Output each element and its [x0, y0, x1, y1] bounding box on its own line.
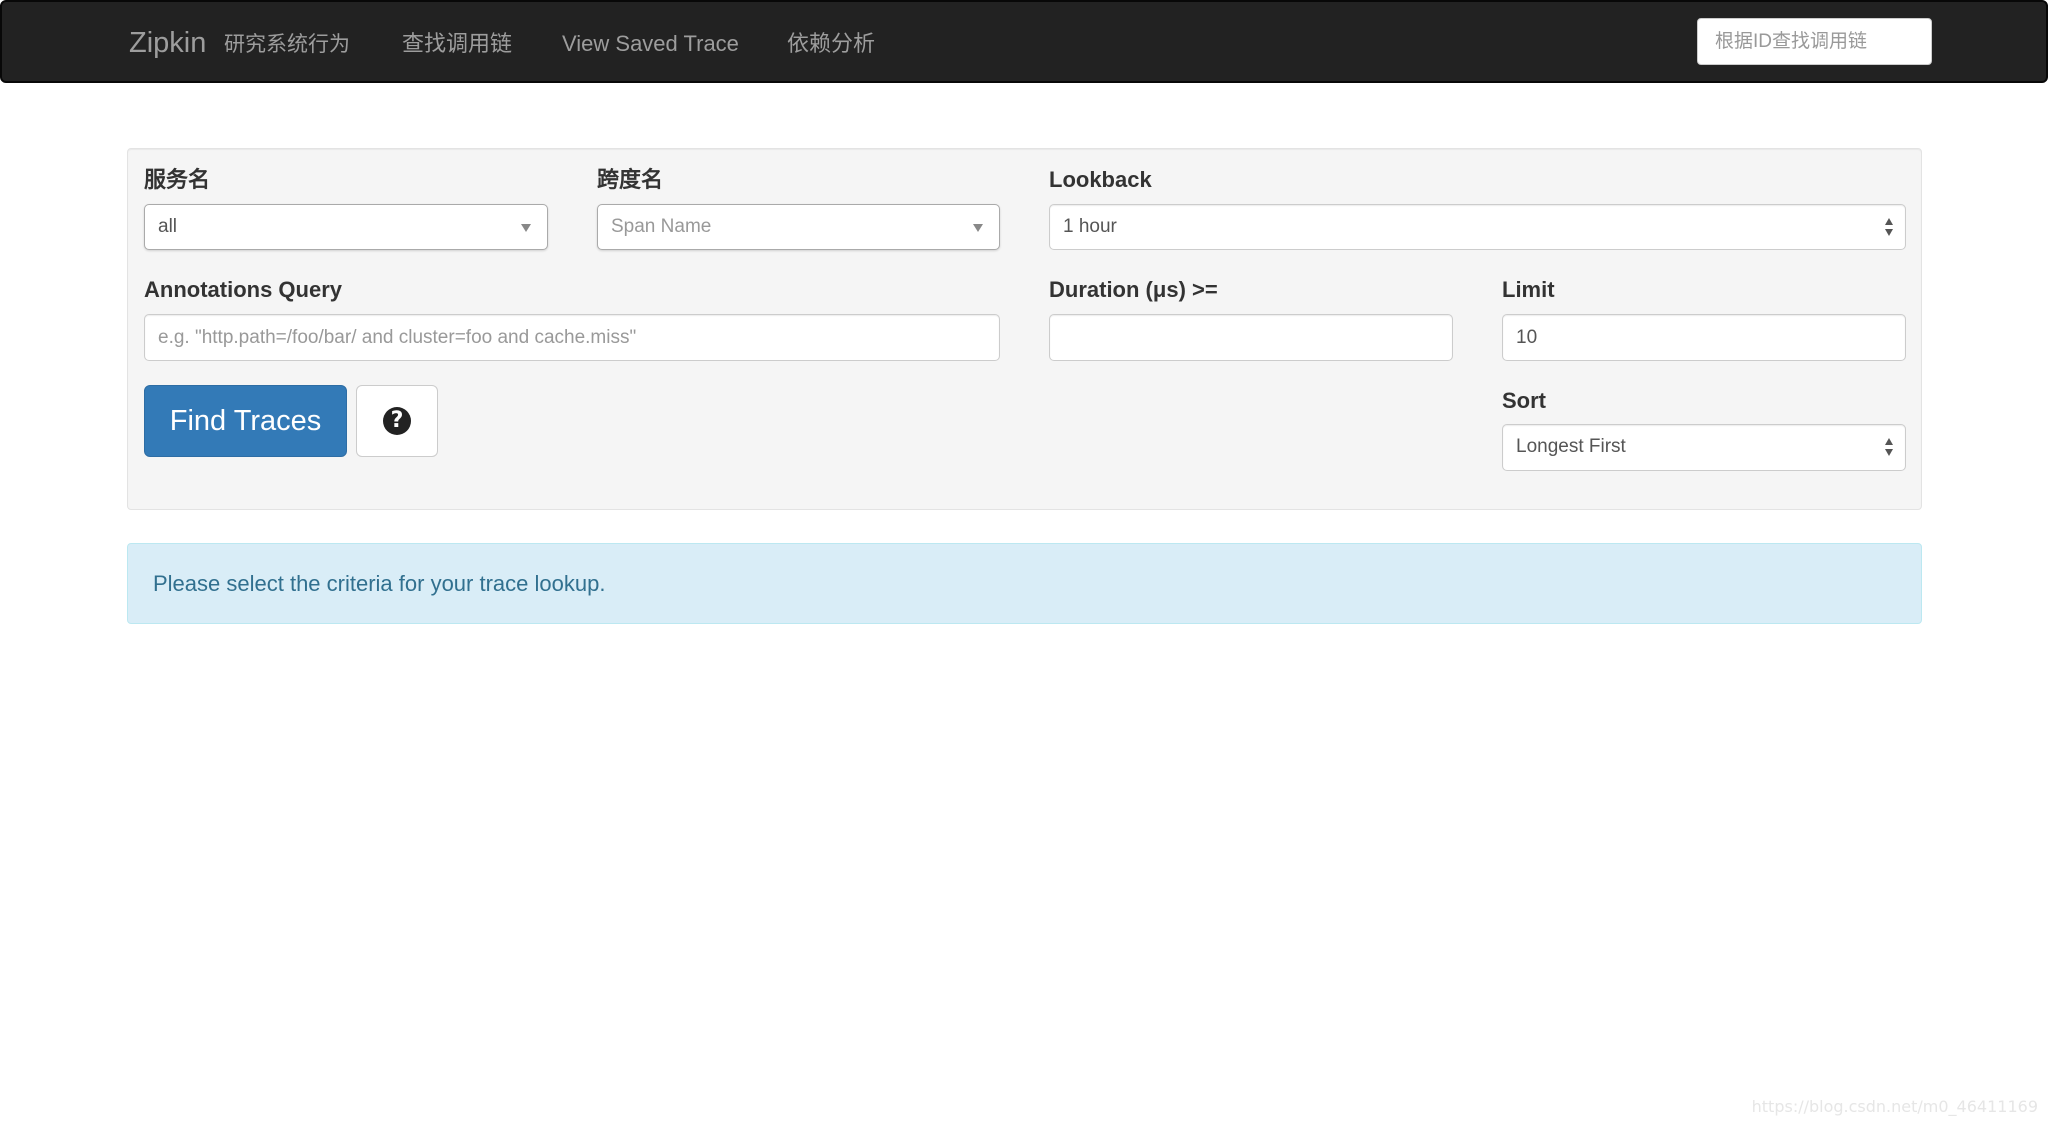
- lookback-value: 1 hour: [1063, 216, 1117, 237]
- nav-link-find-trace[interactable]: 查找调用链: [402, 29, 512, 59]
- sort-label: Sort: [1502, 388, 1546, 413]
- service-name-label: 服务名: [144, 167, 211, 192]
- duration-label: Duration (μs) >=: [1049, 277, 1218, 302]
- chevron-down-icon: [521, 224, 531, 232]
- brand-subtitle: 研究系统行为: [224, 33, 350, 56]
- service-name-select[interactable]: all: [144, 204, 548, 250]
- find-traces-button[interactable]: Find Traces: [144, 385, 347, 457]
- sort-select[interactable]: Longest First: [1502, 424, 1906, 471]
- limit-label: Limit: [1502, 277, 1555, 302]
- annotations-query-label: Annotations Query: [144, 277, 343, 302]
- top-navbar: Zipkin 研究系统行为 查找调用链 View Saved Trace 依赖分…: [0, 0, 2048, 83]
- info-alert: Please select the criteria for your trac…: [127, 543, 1922, 624]
- select-updown-icon: [1885, 438, 1895, 456]
- nav-link-view-saved-trace[interactable]: View Saved Trace: [562, 29, 739, 59]
- brand-logo[interactable]: Zipkin: [129, 26, 206, 60]
- annotations-query-input[interactable]: [144, 314, 1000, 361]
- watermark: https://blog.csdn.net/m0_46411169: [1751, 1097, 2038, 1116]
- sort-value: Longest First: [1516, 436, 1626, 457]
- lookback-label: Lookback: [1049, 167, 1152, 192]
- nav-link-dependencies[interactable]: 依赖分析: [787, 29, 875, 59]
- span-name-placeholder: Span Name: [611, 216, 712, 237]
- search-form-panel: 服务名 all 跨度名 Span Name Lookback 1 hour An…: [127, 148, 1922, 510]
- span-name-label: 跨度名: [597, 167, 664, 192]
- service-name-value: all: [158, 216, 178, 237]
- trace-id-search-input[interactable]: [1697, 18, 1932, 65]
- question-circle-icon: ?: [383, 407, 411, 435]
- span-name-select[interactable]: Span Name: [597, 204, 1000, 250]
- duration-input[interactable]: [1049, 314, 1453, 361]
- help-button[interactable]: ?: [356, 385, 438, 457]
- select-updown-icon: [1885, 218, 1895, 236]
- chevron-down-icon: [973, 224, 983, 232]
- lookback-select[interactable]: 1 hour: [1049, 204, 1906, 250]
- limit-input[interactable]: [1502, 314, 1906, 361]
- info-alert-message: Please select the criteria for your trac…: [153, 571, 606, 596]
